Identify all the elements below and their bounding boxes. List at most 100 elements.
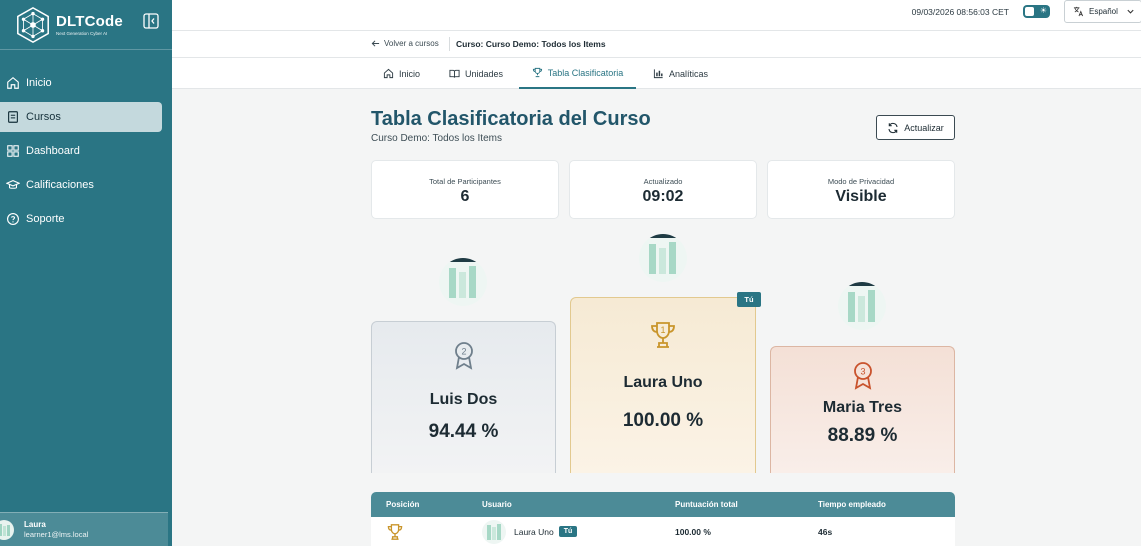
tab-label: Inicio bbox=[399, 68, 421, 79]
sidebar-item-soporte[interactable]: Soporte bbox=[0, 204, 162, 234]
course-tabs: Inicio Unidades Tabla Clasificatoria Ana… bbox=[172, 58, 1141, 89]
avatar bbox=[0, 519, 14, 540]
tab-inicio[interactable]: Inicio bbox=[383, 58, 420, 89]
sun-icon: ☀ bbox=[1039, 6, 1047, 15]
header-position: Posición bbox=[386, 500, 420, 509]
header-user: Usuario bbox=[482, 500, 512, 509]
leaderboard-table: Posición Usuario Puntuación total Tiempo… bbox=[371, 492, 955, 546]
tab-label: Unidades bbox=[465, 68, 504, 79]
stat-label: Modo de Privacidad bbox=[827, 177, 895, 186]
page-subtitle: Curso Demo: Todos los Items bbox=[371, 133, 502, 144]
header-time: Tiempo empleado bbox=[818, 500, 886, 509]
language-select[interactable]: Español bbox=[1064, 0, 1141, 23]
row-time: 46s bbox=[818, 526, 833, 537]
sidebar-item-label: Inicio bbox=[26, 77, 52, 89]
datetime-display: 09/03/2026 08:56:03 CET bbox=[911, 7, 1009, 17]
podium-score: 94.44 % bbox=[428, 421, 499, 442]
user-email: learner1@lms.local bbox=[24, 530, 89, 539]
top-bar: 09/03/2026 08:56:03 CET ☀ Español bbox=[172, 0, 1141, 31]
breadcrumb: Volver a cursos Curso: Curso Demo: Todos… bbox=[172, 31, 1141, 58]
sidebar-item-dashboard[interactable]: Dashboard bbox=[0, 136, 162, 166]
toggle-knob bbox=[1025, 7, 1034, 16]
row-score: 100.00 % bbox=[675, 526, 711, 537]
silver-medal-icon: 2 bbox=[454, 342, 473, 370]
back-to-courses-link[interactable]: Volver a cursos bbox=[371, 39, 439, 48]
refresh-button[interactable]: Actualizar bbox=[876, 115, 955, 140]
refresh-label: Actualizar bbox=[904, 122, 944, 133]
podium-first-place: 1 Laura Uno 100.00 % bbox=[570, 297, 756, 473]
header-score: Puntuación total bbox=[675, 500, 738, 509]
home-icon bbox=[383, 68, 394, 79]
book-open-icon bbox=[449, 69, 460, 78]
stat-card-updated: Actualizado 09:02 bbox=[569, 160, 757, 219]
you-badge: Tú bbox=[558, 526, 578, 537]
sidebar-nav: Inicio Cursos Dashboard Calificaciones S… bbox=[0, 68, 172, 234]
stat-value: 6 bbox=[460, 188, 470, 205]
podium-score: 100.00 % bbox=[622, 410, 704, 431]
breadcrumb-divider bbox=[449, 37, 450, 51]
rank-number: 2 bbox=[461, 347, 466, 357]
podium-name: Luis Dos bbox=[429, 391, 498, 408]
user-profile[interactable]: Laura learner1@lms.local bbox=[0, 512, 168, 546]
stat-value: Visible bbox=[835, 188, 887, 205]
you-badge: Tú bbox=[737, 292, 761, 307]
sidebar-item-label: Calificaciones bbox=[26, 179, 94, 191]
gold-trophy-icon bbox=[387, 523, 403, 540]
sidebar-item-inicio[interactable]: Inicio bbox=[0, 68, 162, 98]
podium-name: Laura Uno bbox=[623, 374, 703, 391]
theme-toggle[interactable]: ☀ bbox=[1023, 5, 1050, 18]
brand: DLTCode Next Generation Cyber AI bbox=[0, 0, 172, 50]
trophy-icon bbox=[532, 67, 542, 78]
dltcode-logo-icon bbox=[17, 6, 49, 43]
stat-label: Total de Participantes bbox=[429, 177, 501, 186]
breadcrumb-course: Curso: Curso Demo: Todos los Items bbox=[456, 39, 606, 49]
bronze-medal-icon: 3 bbox=[853, 362, 872, 390]
tab-label: Analíticas bbox=[669, 68, 709, 79]
sidebar: DLTCode Next Generation Cyber AI Inicio … bbox=[0, 0, 172, 546]
arrow-left-icon bbox=[371, 40, 380, 47]
page-title: Tabla Clasificatoria del Curso bbox=[371, 108, 651, 130]
sidebar-item-label: Cursos bbox=[26, 111, 61, 123]
rank-number: 3 bbox=[860, 367, 865, 377]
graduation-cap-icon bbox=[6, 180, 20, 189]
sidebar-collapse-icon[interactable] bbox=[142, 12, 160, 30]
rank-number: 1 bbox=[660, 325, 665, 335]
podium-name: Maria Tres bbox=[822, 399, 903, 416]
tab-analiticas[interactable]: Analíticas bbox=[653, 58, 708, 89]
help-circle-icon bbox=[7, 213, 19, 225]
refresh-icon bbox=[888, 122, 898, 133]
avatar-third-place bbox=[838, 282, 886, 330]
grid-icon bbox=[7, 145, 19, 157]
podium-second-place: 2 Luis Dos 94.44 % bbox=[371, 321, 556, 473]
user-name: Laura bbox=[24, 520, 46, 529]
avatar-first-place bbox=[639, 234, 687, 282]
stat-value: 09:02 bbox=[642, 188, 684, 205]
brand-tagline: Next Generation Cyber AI bbox=[56, 31, 108, 36]
chevron-down-icon bbox=[1127, 9, 1134, 14]
sidebar-item-label: Dashboard bbox=[26, 145, 80, 157]
sidebar-item-calificaciones[interactable]: Calificaciones bbox=[0, 170, 162, 200]
row-user-name: Laura Uno bbox=[514, 526, 554, 537]
stat-label: Actualizado bbox=[643, 177, 683, 186]
table-row[interactable]: Laura Uno Tú 100.00 % 46s bbox=[371, 517, 955, 546]
avatar bbox=[482, 519, 506, 544]
stat-card-privacy: Modo de Privacidad Visible bbox=[767, 160, 955, 219]
tab-unidades[interactable]: Unidades bbox=[449, 58, 503, 89]
podium-third-place: 3 Maria Tres 88.89 % bbox=[770, 346, 955, 473]
back-label: Volver a cursos bbox=[384, 39, 439, 48]
book-icon bbox=[8, 111, 18, 123]
sidebar-item-label: Soporte bbox=[26, 213, 65, 225]
avatar-second-place bbox=[439, 258, 487, 306]
translate-icon bbox=[1073, 6, 1084, 17]
home-icon bbox=[7, 77, 19, 89]
bar-chart-icon bbox=[653, 69, 663, 79]
language-label: Español bbox=[1089, 7, 1118, 16]
tab-label: Tabla Clasificatoria bbox=[547, 67, 624, 78]
sidebar-item-cursos[interactable]: Cursos bbox=[0, 102, 162, 132]
brand-name: DLTCode bbox=[56, 13, 123, 30]
podium-score: 88.89 % bbox=[827, 425, 898, 446]
stat-card-participants: Total de Participantes 6 bbox=[371, 160, 559, 219]
gold-trophy-icon: 1 bbox=[651, 322, 675, 348]
table-header: Posición Usuario Puntuación total Tiempo… bbox=[371, 492, 955, 517]
tab-tabla-clasificatoria[interactable]: Tabla Clasificatoria bbox=[519, 58, 636, 89]
